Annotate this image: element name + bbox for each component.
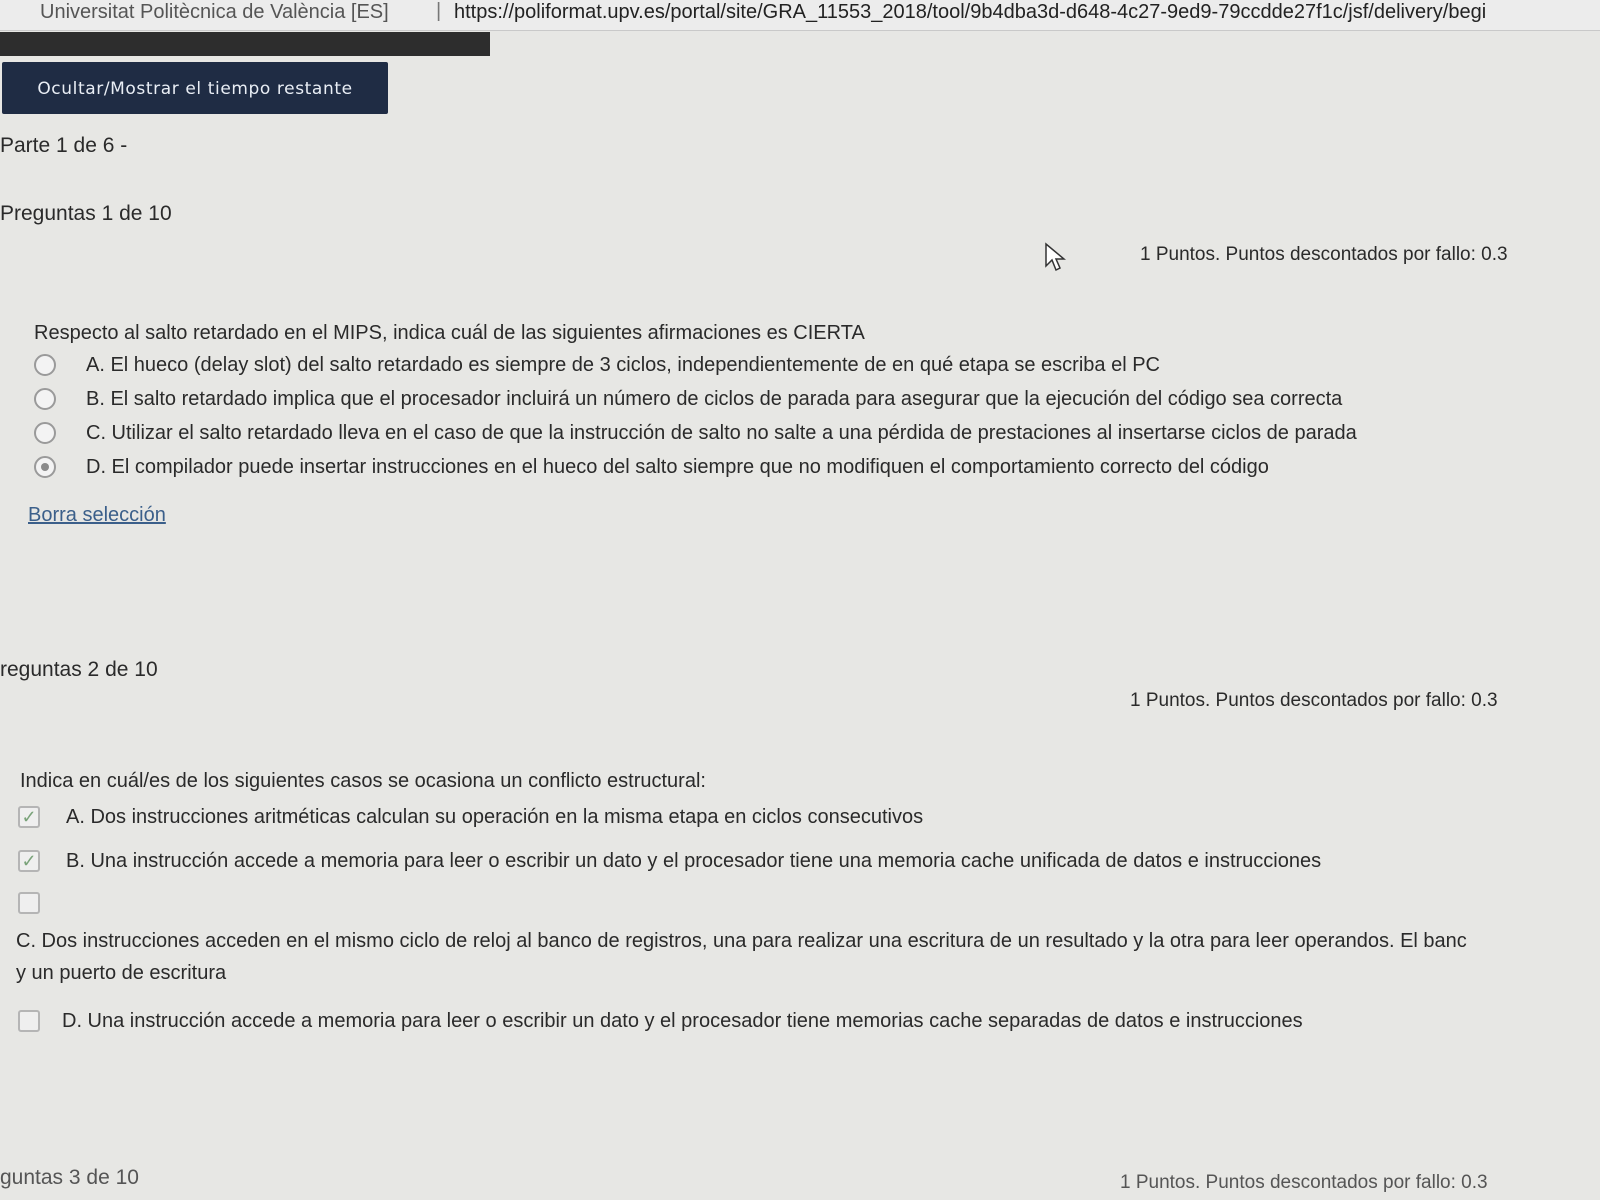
question-number: Preguntas 1 de 10 [0,202,172,225]
option-label: C. Dos instrucciones acceden en el mismo… [16,930,1467,952]
question-stem: Indica en cuál/es de los siguientes caso… [20,770,706,792]
question-points: 1 Puntos. Puntos descontados por fallo: … [1120,1172,1488,1193]
header-strip [0,32,490,56]
browser-address-bar[interactable]: Universitat Politècnica de València [ES]… [0,0,1600,31]
option-label: D. El compilador puede insertar instrucc… [86,456,1269,478]
option-label: C. Utilizar el salto retardado lleva en … [86,422,1357,444]
option-label: B. Una instrucción accede a memoria para… [66,850,1322,872]
checkbox[interactable] [18,1010,40,1032]
question-stem: Respecto al salto retardado en el MIPS, … [34,322,865,344]
option-label: B. El salto retardado implica que el pro… [86,388,1343,410]
radio-button[interactable] [34,388,56,410]
radio-button[interactable] [34,354,56,376]
option-label-continued: y un puerto de escritura [16,962,227,984]
address-separator: | [436,0,442,22]
clear-selection-link[interactable]: Borra selección [28,504,166,527]
checkbox-checked[interactable]: ✓ [18,850,40,872]
checkbox[interactable] [18,892,40,914]
part-label: Parte 1 de 6 - [0,134,128,157]
question-number: reguntas 2 de 10 [0,658,158,681]
option-label: D. Una instrucción accede a memoria para… [62,1010,1303,1032]
option-label: A. El hueco (delay slot) del salto retar… [86,354,1160,376]
radio-button-selected[interactable] [34,456,56,478]
question-number: guntas 3 de 10 [0,1166,139,1189]
site-label: Universitat Politècnica de València [ES] [40,1,389,23]
option-label: A. Dos instrucciones aritméticas calcula… [66,806,924,828]
mouse-cursor-icon [1045,242,1066,272]
checkbox-checked[interactable]: ✓ [18,806,40,828]
radio-button[interactable] [34,422,56,444]
toggle-time-remaining-button[interactable]: Ocultar/Mostrar el tiempo restante [2,62,388,114]
url-text[interactable]: https://poliformat.upv.es/portal/site/GR… [454,1,1486,24]
question-points: 1 Puntos. Puntos descontados por fallo: … [1130,690,1498,711]
question-points: 1 Puntos. Puntos descontados por fallo: … [1140,244,1508,265]
